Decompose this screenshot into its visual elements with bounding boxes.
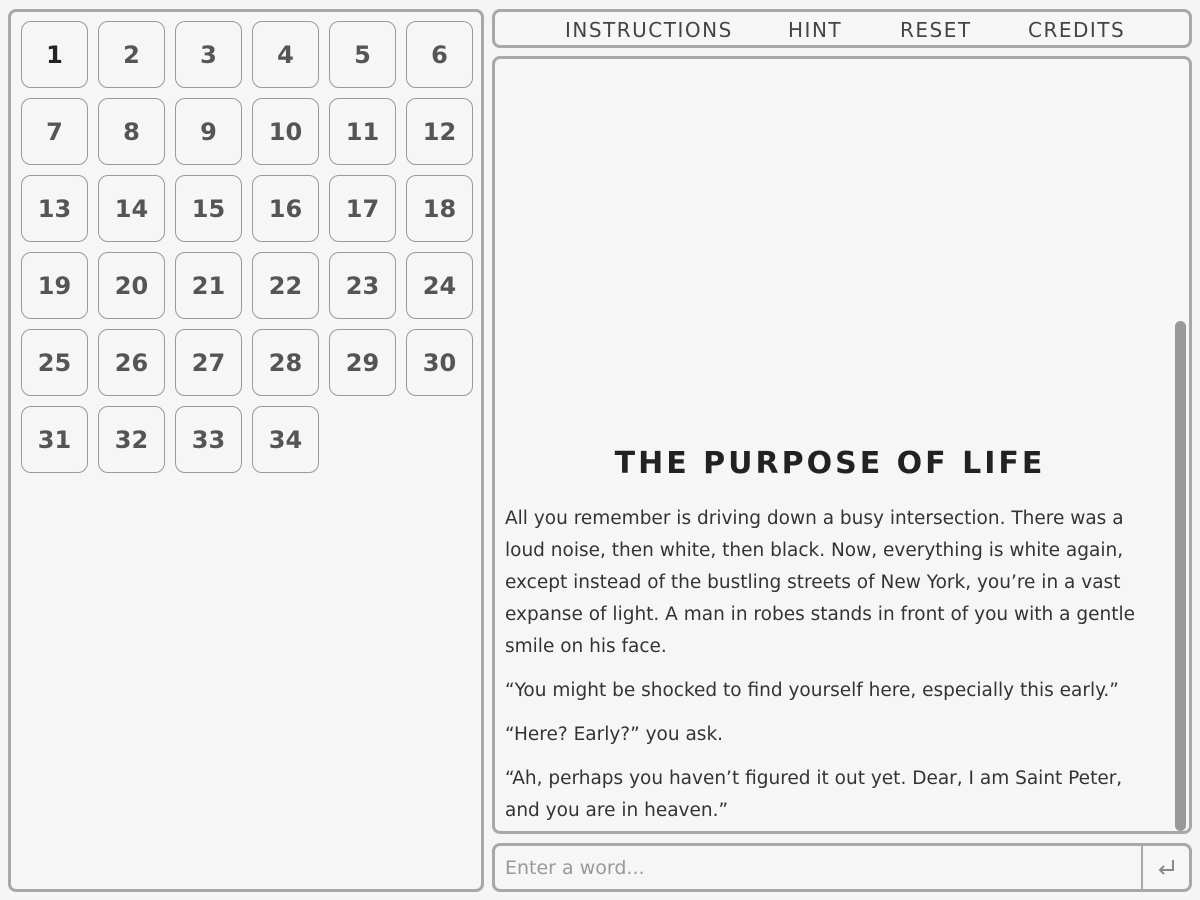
reset-button[interactable]: RESET — [900, 18, 972, 42]
level-tile-4[interactable]: 4 — [252, 21, 319, 88]
level-tile-30[interactable]: 30 — [406, 329, 473, 396]
level-tile-12[interactable]: 12 — [406, 98, 473, 165]
level-tile-8[interactable]: 8 — [98, 98, 165, 165]
level-tile-5[interactable]: 5 — [329, 21, 396, 88]
level-tile-26[interactable]: 26 — [98, 329, 165, 396]
story-paragraph: “Ah, perhaps you haven’t figured it out … — [505, 768, 1123, 821]
level-tile-19[interactable]: 19 — [21, 252, 88, 319]
level-tile-24[interactable]: 24 — [406, 252, 473, 319]
level-tile-7[interactable]: 7 — [21, 98, 88, 165]
level-tile-29[interactable]: 29 — [329, 329, 396, 396]
instructions-button[interactable]: INSTRUCTIONS — [565, 18, 733, 42]
level-tile-23[interactable]: 23 — [329, 252, 396, 319]
submit-button[interactable] — [1141, 846, 1189, 889]
story-body: All you remember is driving down a busy … — [505, 503, 1155, 831]
level-tile-33[interactable]: 33 — [175, 406, 242, 473]
level-tile-22[interactable]: 22 — [252, 252, 319, 319]
story-paragraph: “Here? Early?” you ask. — [505, 724, 724, 745]
level-tile-9[interactable]: 9 — [175, 98, 242, 165]
level-grid: 1 2 3 4 5 6 7 8 9 10 11 12 13 14 15 16 17 18 19 20 21 22 23 24 2… — [21, 21, 473, 473]
level-tile-15[interactable]: 15 — [175, 175, 242, 242]
level-tile-11[interactable]: 11 — [329, 98, 396, 165]
story-paragraph: All you remember is driving down a busy … — [505, 508, 1136, 657]
level-tile-21[interactable]: 21 — [175, 252, 242, 319]
level-panel: 1 2 3 4 5 6 7 8 9 10 11 12 13 14 15 16 17 18 19 20 21 22 23 24 2… — [8, 9, 484, 892]
top-menu: INSTRUCTIONS HINT RESET CREDITS — [492, 9, 1192, 48]
story-panel: THE PURPOSE OF LIFE All you remember is … — [492, 56, 1192, 834]
level-tile-34[interactable]: 34 — [252, 406, 319, 473]
level-tile-25[interactable]: 25 — [21, 329, 88, 396]
level-tile-10[interactable]: 10 — [252, 98, 319, 165]
level-tile-27[interactable]: 27 — [175, 329, 242, 396]
level-tile-14[interactable]: 14 — [98, 175, 165, 242]
word-input[interactable] — [505, 854, 1125, 882]
level-tile-6[interactable]: 6 — [406, 21, 473, 88]
level-tile-18[interactable]: 18 — [406, 175, 473, 242]
level-tile-32[interactable]: 32 — [98, 406, 165, 473]
level-tile-17[interactable]: 17 — [329, 175, 396, 242]
level-tile-2[interactable]: 2 — [98, 21, 165, 88]
story-paragraph: “You might be shocked to find yourself h… — [505, 680, 1119, 701]
level-tile-31[interactable]: 31 — [21, 406, 88, 473]
level-tile-28[interactable]: 28 — [252, 329, 319, 396]
level-tile-16[interactable]: 16 — [252, 175, 319, 242]
story-scrollbar[interactable] — [1175, 321, 1186, 831]
level-tile-20[interactable]: 20 — [98, 252, 165, 319]
level-tile-1[interactable]: 1 — [21, 21, 88, 88]
return-arrow-icon — [1158, 859, 1174, 875]
level-tile-3[interactable]: 3 — [175, 21, 242, 88]
word-input-bar — [492, 843, 1192, 892]
level-tile-13[interactable]: 13 — [21, 175, 88, 242]
hint-button[interactable]: HINT — [788, 18, 842, 42]
story-title: THE PURPOSE OF LIFE — [614, 446, 1046, 481]
credits-button[interactable]: CREDITS — [1028, 18, 1125, 42]
